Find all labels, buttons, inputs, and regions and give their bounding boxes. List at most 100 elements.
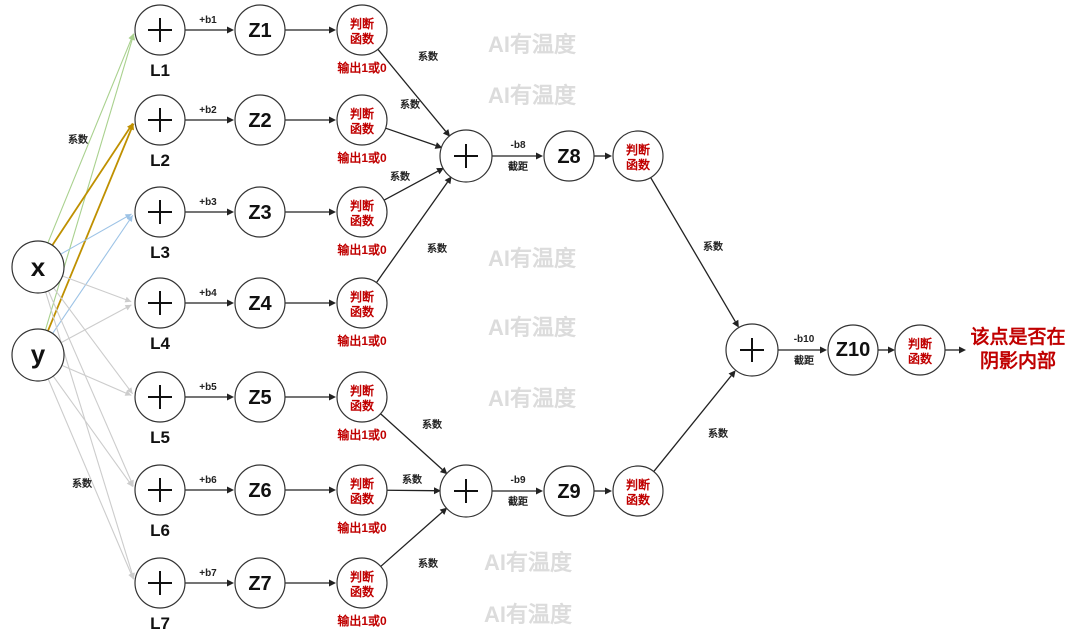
- layer-label-l3: L3: [150, 243, 170, 262]
- intercept-label-9: 截距: [508, 495, 528, 508]
- coef-label-input-lower: 系数: [72, 477, 93, 490]
- arrow-judge4-to-sum: [375, 176, 452, 283]
- coef-label-5: 系数: [422, 418, 443, 431]
- bias-label-b4: +b4: [199, 288, 217, 299]
- arrow-z7-to-judge7: [285, 579, 336, 587]
- z-label-6: Z6: [248, 480, 271, 502]
- watermark-3: AI有温度: [488, 246, 577, 271]
- output-label-6: 输出1或0: [337, 520, 387, 535]
- coef-label-2: 系数: [400, 98, 421, 111]
- arrow-sum9-to-z9: [492, 487, 543, 495]
- line-x-to-l3: [60, 213, 132, 255]
- bias-label-b9: -b9: [511, 475, 526, 486]
- watermarks: AI有温度 AI有温度 AI有温度 AI有温度 AI有温度 AI有温度 AI有温…: [484, 32, 577, 627]
- judge-node-2-text-1: 判断: [350, 106, 374, 121]
- watermark-6: AI有温度: [484, 550, 573, 575]
- bias-label-b8: -b8: [511, 140, 526, 151]
- line-y-to-l2: [47, 123, 135, 332]
- coef-label-input-upper: 系数: [68, 133, 89, 146]
- z-label-7: Z7: [248, 573, 271, 595]
- arrow-l5-to-z5: [185, 393, 234, 401]
- arrow-z6-to-judge6: [285, 486, 336, 494]
- result-line-1: 该点是否在: [970, 325, 1065, 348]
- arrow-z9-to-judge9: [594, 487, 612, 495]
- line-x-to-l6: [47, 290, 134, 487]
- nodes: [11, 4, 946, 609]
- neural-network-diagram: AI有温度 AI有温度 AI有温度 AI有温度 AI有温度 AI有温度 AI有温…: [11, 4, 1066, 632]
- watermark-4: AI有温度: [488, 315, 577, 340]
- judge-node-10-text-1: 判断: [908, 336, 932, 351]
- z-label-2: Z2: [248, 110, 271, 132]
- judge-node-7-text-2: 函数: [350, 584, 375, 599]
- arrow-sum10-to-z10: [778, 346, 827, 354]
- line-y-to-l3: [52, 215, 134, 334]
- judge-node-4-text-1: 判断: [350, 289, 374, 304]
- output-label-5: 输出1或0: [337, 427, 387, 442]
- arrow-z1-to-judge1: [285, 26, 336, 34]
- coef-label-3: 系数: [390, 170, 411, 183]
- line-y-to-l4: [60, 304, 132, 344]
- z-label-3: Z3: [248, 202, 271, 224]
- judge-node-4-text-2: 函数: [350, 304, 375, 319]
- arrow-judge10-to-result: [945, 346, 966, 354]
- output-label-4: 输出1或0: [337, 333, 387, 348]
- arrow-z10-to-judge10: [878, 346, 895, 354]
- coef-label-6: 系数: [402, 473, 423, 486]
- arrow-judge9-to-sum10: [653, 370, 736, 472]
- line-x-to-l4: [62, 275, 132, 303]
- z-label-9: Z9: [557, 481, 580, 503]
- arrow-l4-to-z4: [185, 299, 234, 307]
- layer-label-l7: L7: [150, 614, 170, 632]
- z-label-8: Z8: [557, 146, 580, 168]
- judge-node-2-text-2: 函数: [350, 121, 375, 136]
- arrow-judge6-to-sum: [386, 487, 442, 495]
- bias-label-b2: +b2: [199, 105, 217, 116]
- z-label-5: Z5: [248, 387, 271, 409]
- arrow-l7-to-z7: [185, 579, 234, 587]
- judge-node-6-text-1: 判断: [350, 476, 374, 491]
- bias-label-b7: +b7: [199, 568, 217, 579]
- judge-node-3-text-1: 判断: [350, 198, 374, 213]
- bias-label-b10: -b10: [794, 334, 815, 345]
- input-x-label: x: [31, 252, 46, 282]
- intercept-label-10: 截距: [794, 354, 814, 367]
- watermark-7: AI有温度: [484, 602, 573, 627]
- judge-node-1-text-1: 判断: [350, 16, 374, 31]
- z-label-10: Z10: [836, 339, 870, 361]
- bias-label-b3: +b3: [199, 197, 217, 208]
- coef-label-1: 系数: [418, 50, 439, 63]
- bias-label-b6: +b6: [199, 475, 217, 486]
- layer-label-l1: L1: [150, 61, 170, 80]
- intercept-label-8: 截距: [508, 160, 528, 173]
- judge-node-6-text-2: 函数: [350, 491, 375, 506]
- arrow-judge7-to-sum: [380, 507, 448, 567]
- judge-node-8-text-2: 函数: [626, 157, 651, 172]
- line-x-to-l2: [51, 122, 134, 246]
- judge-node-1-text-2: 函数: [350, 31, 375, 46]
- z-label-1: Z1: [248, 20, 271, 42]
- judge-node-5-text-1: 判断: [350, 383, 374, 398]
- line-x-to-l7: [45, 291, 135, 580]
- arrow-z3-to-judge3: [285, 208, 336, 216]
- arrow-l3-to-z3: [185, 208, 234, 216]
- coef-label-9: 系数: [708, 427, 729, 440]
- result-line-2: 阴影内部: [980, 349, 1056, 372]
- layer-label-l4: L4: [150, 334, 170, 353]
- judge-node-10-text-2: 函数: [908, 351, 933, 366]
- output-label-7: 输出1或0: [337, 613, 387, 628]
- output-label-1: 输出1或0: [337, 60, 387, 75]
- judge-node-9-text-2: 函数: [626, 492, 651, 507]
- arrow-l2-to-z2: [185, 116, 234, 124]
- layer-label-l5: L5: [150, 428, 170, 447]
- z-label-4: Z4: [248, 293, 272, 315]
- arrow-z4-to-judge4: [285, 299, 336, 307]
- watermark-2: AI有温度: [488, 83, 577, 108]
- watermark-1: AI有温度: [488, 32, 577, 57]
- arrow-judge2-to-sum: [385, 127, 443, 149]
- coef-label-4: 系数: [427, 242, 448, 255]
- judge-node-5-text-2: 函数: [350, 398, 375, 413]
- line-x-to-l1: [47, 33, 134, 244]
- arrow-judge8-to-sum10: [650, 177, 739, 328]
- arrow-sum8-to-z8: [492, 152, 543, 160]
- bias-label-b1: +b1: [199, 15, 217, 26]
